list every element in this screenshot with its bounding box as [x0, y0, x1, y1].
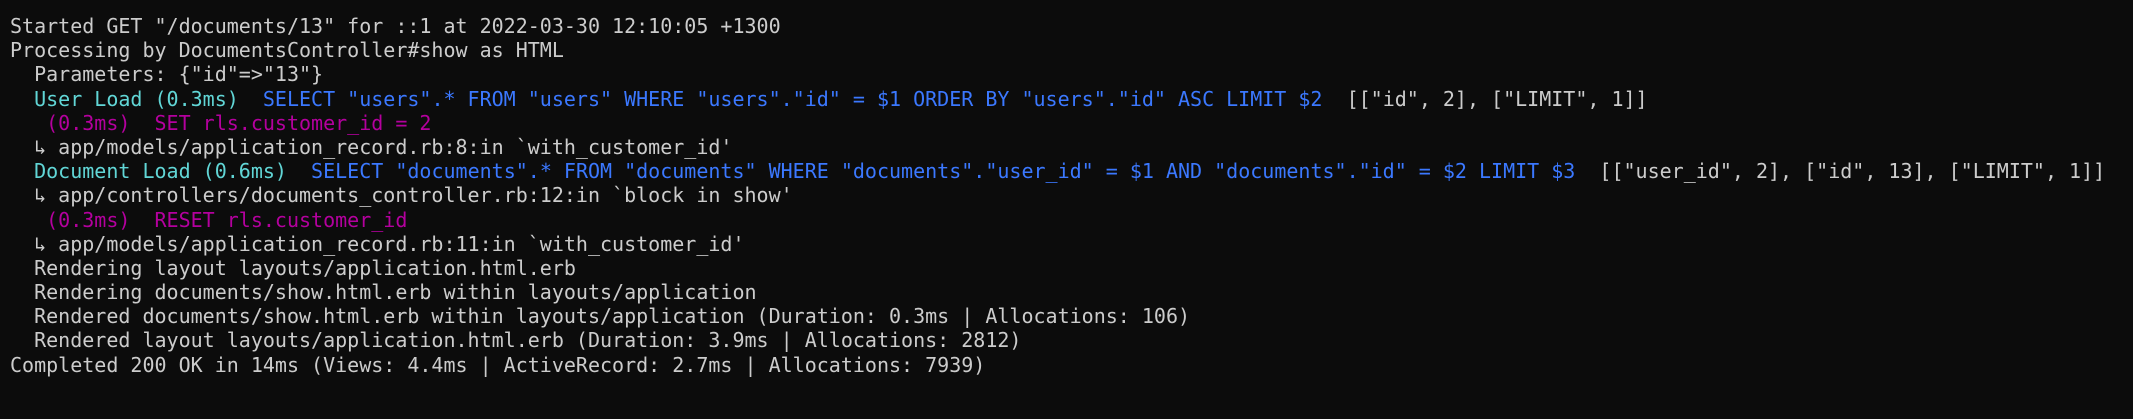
log-line-rendering-layout: Rendering layout layouts/application.htm… [10, 255, 576, 280]
query-sql: SELECT "documents".* FROM "documents" WH… [286, 159, 1576, 184]
log-line-trace: ↳ app/controllers/documents_controller.r… [10, 183, 793, 208]
log-line-rendering-view: Rendering documents/show.html.erb within… [10, 280, 757, 305]
log-line-set: (0.3ms) SET rls.customer_id = 2 [10, 111, 2105, 135]
query-name: User Load (0.3ms) [10, 86, 239, 111]
log-line-reset: (0.3ms) RESET rls.customer_id [10, 208, 2105, 232]
log-line-rendered-layout: Rendered layout layouts/application.html… [10, 328, 1022, 353]
query-binds: [["user_id", 2], ["id", 13], ["LIMIT", 1… [1575, 159, 2106, 184]
query-sql: SET rls.customer_id = 2 [130, 110, 432, 135]
query-binds: [["id", 2], ["LIMIT", 1]] [1322, 86, 1648, 111]
log-line-processing: Processing by DocumentsController#show a… [10, 38, 564, 63]
log-line-trace: ↳ app/models/application_record.rb:11:in… [10, 231, 745, 256]
terminal-output: Started GET "/documents/13" for ::1 at 2… [10, 14, 2105, 377]
query-name: Document Load (0.6ms) [10, 159, 287, 184]
query-sql: SELECT "users".* FROM "users" WHERE "use… [238, 86, 1323, 111]
log-line-document-load: Document Load (0.6ms) SELECT "documents"… [10, 159, 2105, 183]
query-sql: RESET rls.customer_id [130, 207, 408, 232]
log-line-completed: Completed 200 OK in 14ms (Views: 4.4ms |… [10, 352, 986, 377]
log-line-trace: ↳ app/models/application_record.rb:8:in … [10, 134, 733, 159]
log-line-started: Started GET "/documents/13" for ::1 at 2… [10, 14, 781, 38]
query-name: (0.3ms) [10, 207, 131, 232]
log-line-parameters: Parameters: {"id"=>"13"} [10, 62, 324, 87]
query-name: (0.3ms) [10, 110, 131, 135]
log-line-rendered-view: Rendered documents/show.html.erb within … [10, 304, 1191, 329]
log-line-user-load: User Load (0.3ms) SELECT "users".* FROM … [10, 87, 2105, 111]
